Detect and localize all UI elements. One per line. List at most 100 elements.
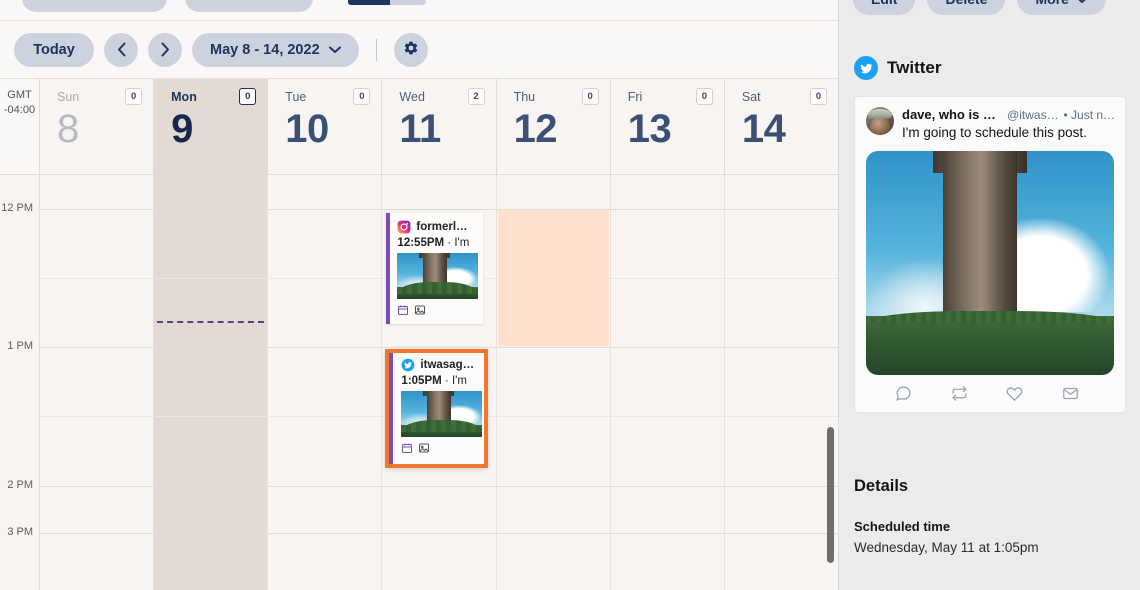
top-pill-right[interactable] (185, 0, 313, 12)
image-icon (414, 303, 426, 321)
day-header-sat[interactable]: Sat 0 14 (724, 79, 838, 174)
share-icon[interactable] (1062, 385, 1079, 402)
day-header-mon[interactable]: Mon 0 9 (154, 79, 269, 174)
panel-action-bar: Edit Delete More (839, 0, 1140, 15)
toolbar-divider (375, 38, 377, 61)
event-time: 12:55PM (397, 237, 445, 249)
day-column-fri[interactable] (610, 175, 725, 590)
scheduled-time-value: Wednesday, May 11 at 1:05pm (854, 540, 1039, 555)
twitter-icon (401, 358, 415, 372)
chevron-left-icon (117, 42, 126, 57)
event-footer (394, 441, 480, 459)
chevron-right-icon (161, 42, 170, 57)
day-header-thu[interactable]: Thu 0 12 (496, 79, 611, 174)
day-name: Wed (399, 89, 425, 104)
event-handle: formerl… (416, 221, 468, 233)
event-text: I'm (454, 237, 470, 249)
event-time-text: 1:05PM · I'm (394, 375, 480, 387)
day-number: 10 (285, 107, 329, 151)
more-button-label: More (1035, 0, 1068, 7)
day-post-count: 0 (353, 88, 371, 105)
calendar-toolbar: Today May 8 - 14, 2022 (0, 21, 838, 78)
app-root: Today May 8 - 14, 2022 GMT -04:00 Sun 0 … (0, 0, 1140, 590)
day-column-thu[interactable] (496, 175, 611, 590)
day-header-wed[interactable]: Wed 2 11 (382, 79, 497, 174)
twitter-bird-icon (854, 56, 878, 80)
more-button[interactable]: More (1017, 0, 1106, 15)
tweet-action-row (866, 375, 1114, 406)
day-header-tue[interactable]: Tue 0 10 (268, 79, 383, 174)
delete-button[interactable]: Delete (927, 0, 1006, 15)
time-label: 3 PM (7, 526, 33, 538)
like-icon[interactable] (1006, 385, 1023, 402)
day-column-wed[interactable]: formerl… 12:55PM · I'm itwasag… 1:05PM ·… (382, 175, 497, 590)
day-number: 8 (57, 107, 79, 151)
post-detail-panel: Edit Delete More Twitter (838, 0, 1140, 590)
calendar-scrollbar[interactable] (826, 175, 835, 590)
day-post-count: 0 (125, 88, 143, 105)
tweet-preview-card: dave, who is c… @itwas… • Just n… I'm go… (854, 96, 1126, 413)
day-column-mon[interactable] (154, 175, 269, 590)
day-post-count: 0 (239, 88, 257, 105)
avatar (866, 107, 894, 135)
event-time: 1:05PM (401, 375, 442, 387)
day-header-row: GMT -04:00 Sun 0 8 Mon 0 9 Tue 0 10 Wed … (0, 79, 838, 175)
event-time-text: 12:55PM · I'm (397, 237, 477, 249)
time-grid-scroll-area[interactable]: 12 PM 1 PM 2 PM 3 PM formerl… 12:55PM · … (0, 175, 838, 590)
time-gutter: 12 PM 1 PM 2 PM 3 PM (0, 175, 40, 590)
gear-icon (403, 40, 419, 60)
view-toggle[interactable] (348, 0, 426, 5)
calendar-icon (397, 303, 409, 321)
event-separator: · (441, 375, 452, 387)
scheduled-time-label: Scheduled time (854, 519, 951, 534)
day-post-count: 2 (467, 88, 485, 105)
calendar-scrollbar-thumb[interactable] (827, 427, 834, 563)
day-name: Thu (513, 89, 536, 104)
event-thumbnail (397, 253, 479, 299)
drop-target-highlight (497, 210, 609, 346)
day-number: 14 (741, 107, 786, 151)
chevron-down-icon (1076, 0, 1088, 7)
next-week-button[interactable] (148, 32, 182, 67)
day-column-sun[interactable] (40, 175, 155, 590)
top-strip (0, 0, 838, 21)
edit-button[interactable]: Edit (853, 0, 916, 15)
day-name: Sun (57, 89, 80, 104)
day-number: 13 (627, 107, 672, 151)
day-header-sun[interactable]: Sun 0 8 (40, 79, 155, 174)
event-footer (397, 303, 477, 321)
day-post-count: 0 (695, 88, 713, 105)
previous-week-button[interactable] (104, 32, 138, 67)
time-label: 12 PM (1, 202, 33, 214)
day-post-count: 0 (809, 88, 827, 105)
event-accent-bar (389, 353, 394, 464)
image-icon (418, 441, 430, 459)
day-name: Fri (627, 89, 643, 104)
network-heading: Twitter (854, 56, 941, 80)
settings-button[interactable] (393, 32, 428, 67)
chevron-down-icon (328, 46, 341, 54)
date-range-selector[interactable]: May 8 - 14, 2022 (192, 32, 359, 67)
time-label: 2 PM (7, 479, 33, 491)
reply-icon[interactable] (895, 385, 912, 402)
day-number: 11 (399, 107, 441, 151)
day-column-tue[interactable] (268, 175, 383, 590)
retweet-icon[interactable] (951, 385, 968, 402)
event-text: I'm (451, 375, 467, 387)
calendar-event-twitter-selected[interactable]: itwasag… 1:05PM · I'm (386, 350, 488, 467)
tweet-image (866, 150, 1114, 375)
calendar-event-instagram[interactable]: formerl… 12:55PM · I'm (386, 213, 484, 324)
day-header-fri[interactable]: Fri 0 13 (610, 79, 725, 174)
current-time-indicator (157, 321, 265, 323)
network-name: Twitter (887, 58, 942, 77)
day-column-sat[interactable] (724, 175, 838, 590)
today-button[interactable]: Today (14, 32, 94, 67)
day-number: 9 (171, 107, 193, 151)
time-label: 1 PM (7, 340, 33, 352)
tweet-timestamp: • Just n… (1063, 108, 1114, 122)
details-heading: Details (854, 477, 909, 495)
event-thumbnail (401, 391, 483, 437)
tweet-handle: @itwas… (1007, 108, 1058, 122)
top-pill-left[interactable] (22, 0, 167, 12)
day-name: Sat (741, 89, 761, 104)
